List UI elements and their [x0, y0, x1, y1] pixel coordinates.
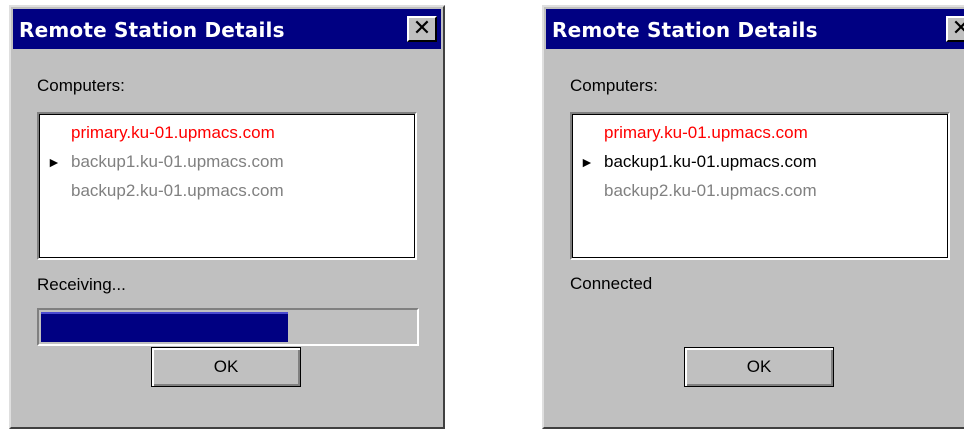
title-bar: Remote Station Details ✕ — [546, 9, 964, 49]
remote-station-dialog-receiving: Remote Station Details ✕ Computers: prim… — [9, 5, 445, 429]
title-bar: Remote Station Details ✕ — [13, 9, 441, 49]
list-item-backup1[interactable]: backup1.ku-01.upmacs.com — [71, 152, 284, 172]
dialog-title: Remote Station Details — [19, 18, 285, 42]
list-item-primary[interactable]: primary.ku-01.upmacs.com — [71, 123, 275, 143]
current-pointer-icon: ► — [47, 154, 61, 170]
list-item-primary[interactable]: primary.ku-01.upmacs.com — [604, 123, 808, 143]
status-text: Connected — [570, 274, 653, 293]
computers-listbox[interactable]: primary.ku-01.upmacs.com ► backup1.ku-01… — [570, 112, 950, 260]
current-pointer-icon: ► — [580, 154, 594, 170]
ok-button[interactable]: OK — [151, 347, 301, 387]
computers-label: Computers: — [570, 76, 658, 95]
status-text: Receiving... — [37, 275, 126, 294]
close-icon[interactable]: ✕ — [407, 16, 437, 42]
progress-fill — [41, 312, 288, 342]
list-item-backup2[interactable]: backup2.ku-01.upmacs.com — [71, 181, 284, 201]
computers-listbox[interactable]: primary.ku-01.upmacs.com ► backup1.ku-01… — [37, 112, 417, 260]
list-item-backup2[interactable]: backup2.ku-01.upmacs.com — [604, 181, 817, 201]
close-icon[interactable]: ✕ — [946, 16, 964, 42]
computers-label: Computers: — [37, 76, 125, 95]
list-item-backup1[interactable]: backup1.ku-01.upmacs.com — [604, 152, 817, 172]
receive-progress-bar — [37, 308, 419, 346]
dialog-title: Remote Station Details — [552, 18, 818, 42]
ok-button[interactable]: OK — [684, 347, 834, 387]
remote-station-dialog-connected: Remote Station Details ✕ Computers: prim… — [542, 5, 964, 429]
